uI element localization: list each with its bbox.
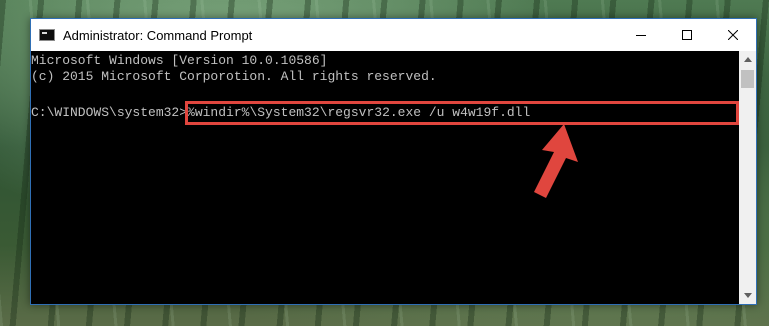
minimize-icon: [636, 35, 646, 36]
scroll-down-button[interactable]: [739, 287, 756, 304]
chevron-up-icon: [743, 57, 752, 62]
console-line: Microsoft Windows [Version 10.0.10586]: [31, 53, 328, 68]
prompt-text: C:\WINDOWS\system32>: [31, 105, 188, 120]
close-icon: [728, 30, 738, 40]
console-line: (c) 2015 Microsoft Corporotion. All righ…: [31, 69, 437, 84]
caption-buttons: [618, 19, 756, 51]
chevron-down-icon: [743, 293, 752, 298]
console-output[interactable]: Microsoft Windows [Version 10.0.10586] (…: [31, 51, 739, 304]
cmd-icon: [39, 29, 55, 41]
vertical-scrollbar[interactable]: [739, 51, 756, 304]
command-highlight-box: [185, 101, 739, 125]
window-title: Administrator: Command Prompt: [63, 27, 253, 43]
scroll-thumb[interactable]: [741, 70, 754, 88]
title-bar[interactable]: Administrator: Command Prompt: [31, 19, 756, 51]
maximize-icon: [682, 30, 692, 40]
scroll-up-button[interactable]: [739, 51, 756, 68]
annotation-arrow-icon: [534, 124, 578, 198]
minimize-button[interactable]: [618, 19, 664, 51]
maximize-button[interactable]: [664, 19, 710, 51]
close-button[interactable]: [710, 19, 756, 51]
command-prompt-window[interactable]: Administrator: Command Prompt Microsoft …: [30, 18, 757, 305]
